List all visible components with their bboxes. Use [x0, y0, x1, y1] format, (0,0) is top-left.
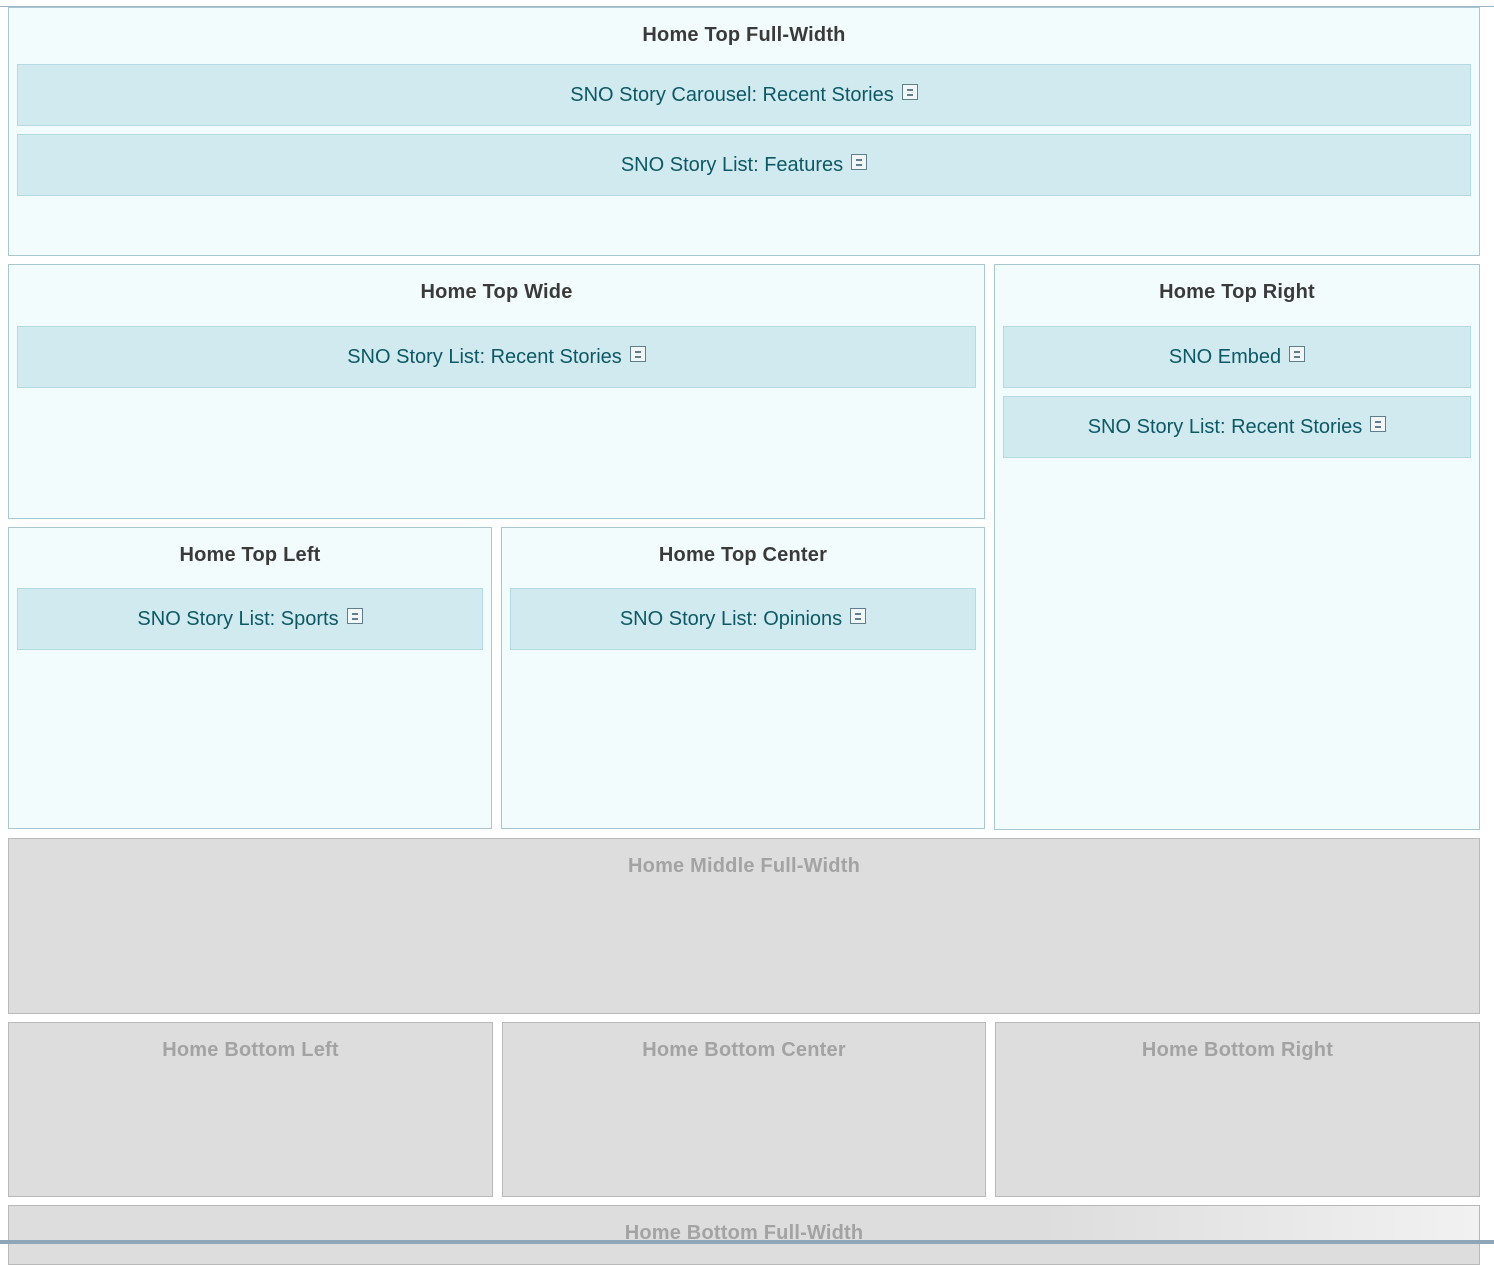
widget-story-list-features[interactable]: SNO Story List: Features: [17, 134, 1471, 196]
bottom-scroll-edge: [0, 1240, 1494, 1244]
zone-title: Home Middle Full-Width: [628, 855, 860, 877]
widget-settings-icon[interactable]: [850, 608, 867, 624]
zone-home-top-right: Home Top Right SNO Embed SNO Story List:…: [994, 264, 1480, 830]
widget-settings-icon[interactable]: [1370, 416, 1387, 432]
widget-label: SNO Story List: Opinions: [619, 607, 843, 630]
zone-title: Home Bottom Center: [642, 1039, 846, 1061]
zone-title: Home Bottom Left: [162, 1039, 339, 1061]
widget-settings-icon[interactable]: [1289, 346, 1306, 362]
zone-home-top-wide: Home Top Wide SNO Story List: Recent Sto…: [8, 264, 985, 519]
widget-label: SNO Story Carousel: Recent Stories: [570, 83, 894, 106]
zone-home-top-center: Home Top Center SNO Story List: Opinions: [501, 527, 985, 829]
widget-label: SNO Story List: Features: [620, 153, 844, 176]
widget-label: SNO Embed: [1168, 345, 1282, 368]
zone-title: Home Top Full-Width: [642, 24, 846, 46]
zone-title: Home Top Left: [179, 544, 321, 566]
widget-settings-icon[interactable]: [629, 346, 646, 362]
zone-title: Home Bottom Right: [1141, 1039, 1334, 1061]
widget-label: SNO Story List: Sports: [137, 607, 339, 630]
zone-home-top-full-width: Home Top Full-Width SNO Story Carousel: …: [8, 7, 1480, 256]
widget-story-list-sports[interactable]: SNO Story List: Sports: [17, 588, 483, 650]
zone-home-bottom-right[interactable]: Home Bottom Right: [995, 1022, 1480, 1197]
zone-title: Home Top Wide: [420, 281, 573, 303]
widget-story-list-recent-stories[interactable]: SNO Story List: Recent Stories: [17, 326, 976, 388]
widget-label: SNO Story List: Recent Stories: [1087, 415, 1363, 438]
zone-title: Home Top Center: [658, 544, 828, 566]
widget-story-carousel-recent-stories[interactable]: SNO Story Carousel: Recent Stories: [17, 64, 1471, 126]
widget-story-list-opinions[interactable]: SNO Story List: Opinions: [510, 588, 976, 650]
zone-home-middle-full-width[interactable]: Home Middle Full-Width: [8, 838, 1480, 1014]
zone-home-top-left: Home Top Left SNO Story List: Sports: [8, 527, 492, 829]
widget-embed[interactable]: SNO Embed: [1003, 326, 1471, 388]
widget-label: SNO Story List: Recent Stories: [347, 345, 622, 368]
widget-story-list-recent-stories[interactable]: SNO Story List: Recent Stories: [1003, 396, 1471, 458]
widget-settings-icon[interactable]: [851, 154, 868, 170]
zone-home-bottom-center[interactable]: Home Bottom Center: [502, 1022, 986, 1197]
zone-title: Home Top Right: [1159, 281, 1315, 303]
widget-settings-icon[interactable]: [346, 608, 363, 624]
zone-home-bottom-full-width[interactable]: Home Bottom Full-Width: [8, 1205, 1480, 1265]
zone-home-bottom-left[interactable]: Home Bottom Left: [8, 1022, 493, 1197]
widget-settings-icon[interactable]: [901, 84, 918, 100]
